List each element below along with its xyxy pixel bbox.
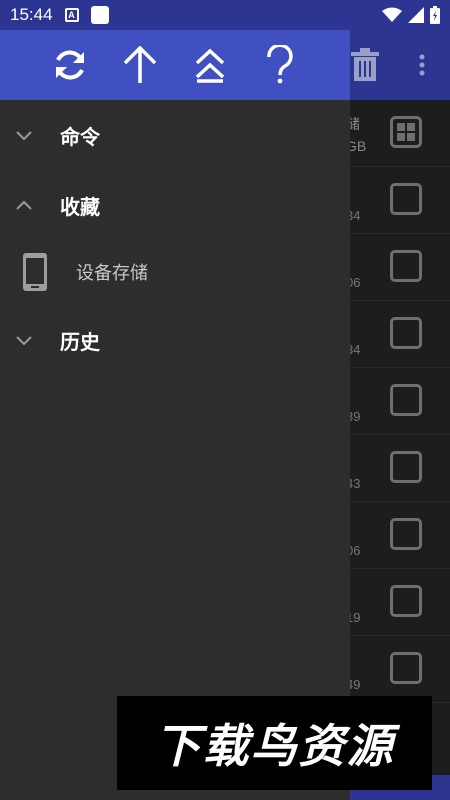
phone-icon <box>23 253 47 291</box>
a-notification-icon: A <box>64 8 79 22</box>
row-checkbox[interactable] <box>390 451 422 483</box>
chevron-down-icon <box>16 131 32 141</box>
row-checkbox[interactable] <box>390 317 422 349</box>
section-favorites-label: 收藏 <box>60 194 100 219</box>
root-folder-button[interactable] <box>187 42 233 88</box>
double-chevron-up-icon <box>195 48 225 83</box>
row-checkbox[interactable] <box>390 183 422 215</box>
signal-icon <box>408 7 424 23</box>
watermark-banner: 下载鸟资源 <box>117 696 432 790</box>
status-time: 15:44 <box>10 5 53 24</box>
refresh-button[interactable] <box>47 42 93 88</box>
refresh-icon <box>56 50 84 80</box>
section-commands-label: 命令 <box>60 124 100 149</box>
status-bar: 15:44 A <box>0 0 450 30</box>
row-checkbox[interactable] <box>390 250 422 282</box>
row-checkbox[interactable] <box>390 384 422 416</box>
navigation-drawer: 命令 收藏 设备存储 历史 <box>0 30 350 800</box>
help-button[interactable] <box>257 42 303 88</box>
drawer-toolbar <box>0 30 350 100</box>
watermark-text: 下载鸟资源 <box>154 719 395 773</box>
arrow-up-icon <box>123 46 157 83</box>
battery-icon <box>430 6 440 24</box>
grid-select-icon[interactable] <box>390 116 422 148</box>
more-vert-icon[interactable] <box>418 54 426 76</box>
parent-folder-button[interactable] <box>117 42 163 88</box>
favorite-item-device-storage[interactable]: 设备存储 <box>0 247 350 297</box>
row-checkbox[interactable] <box>390 585 422 617</box>
section-history[interactable]: 历史 <box>0 315 350 365</box>
chevron-down-icon <box>16 336 32 346</box>
section-commands[interactable]: 命令 <box>0 110 350 160</box>
section-history-label: 历史 <box>60 329 100 354</box>
row-checkbox[interactable] <box>390 652 422 684</box>
square-notification-icon <box>90 6 109 24</box>
trash-icon[interactable] <box>350 48 380 82</box>
question-icon <box>267 45 293 84</box>
wifi-icon <box>382 7 402 22</box>
row-checkbox[interactable] <box>390 518 422 550</box>
section-favorites[interactable]: 收藏 <box>0 180 350 230</box>
chevron-up-icon <box>16 200 32 210</box>
favorite-item-label: 设备存储 <box>76 263 148 284</box>
